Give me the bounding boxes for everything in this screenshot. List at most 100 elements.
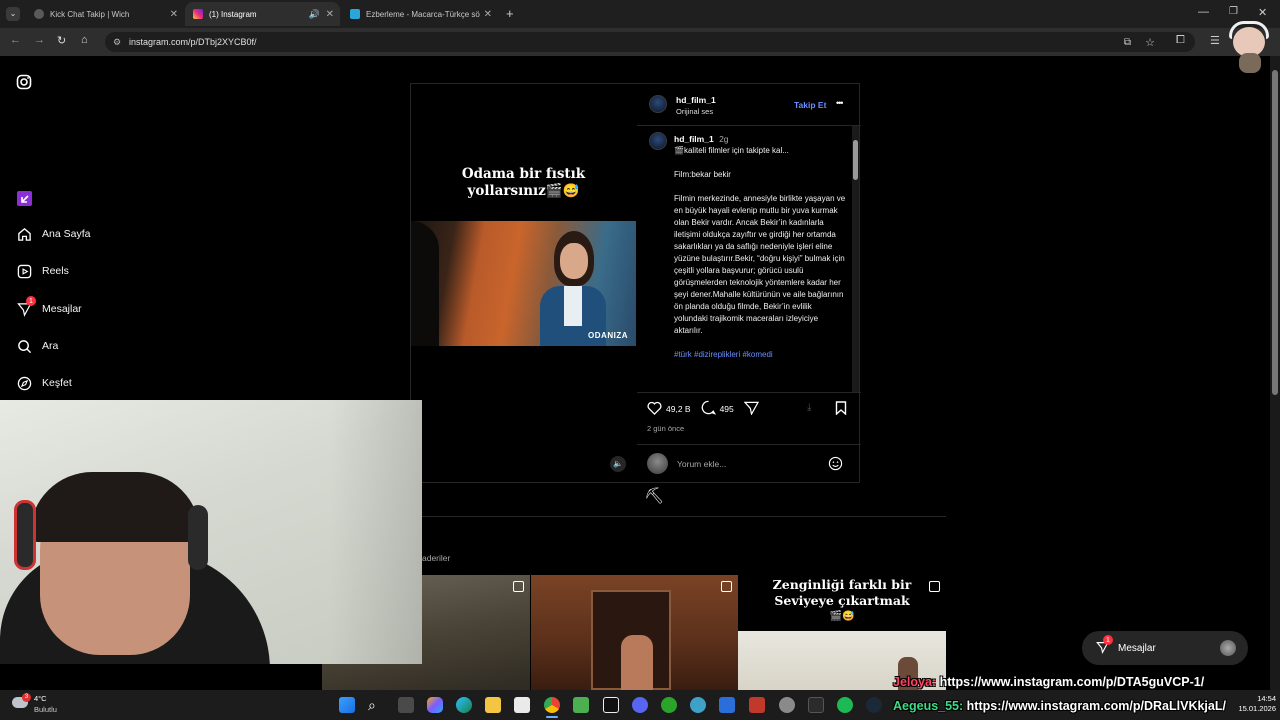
task-view-icon[interactable] <box>398 697 414 713</box>
grid-post-2[interactable] <box>531 575 738 690</box>
comment-icon[interactable] <box>701 400 716 417</box>
restore-button[interactable]: ❐ <box>1229 6 1238 17</box>
compass-icon <box>16 375 32 391</box>
hammer-cursor-icon: ⛏ <box>644 488 665 505</box>
store-icon[interactable] <box>514 697 530 713</box>
video-frame: ODANIZA <box>411 221 636 346</box>
page-scrollbar[interactable] <box>1270 56 1280 690</box>
unread-badge: 1 <box>26 296 36 306</box>
address-bar[interactable]: ⚙ instagram.com/p/DTbj2XYCB0f/ ⧉ ☆ <box>105 32 1195 52</box>
spotify-icon[interactable] <box>837 697 853 713</box>
comment-count[interactable]: 495 <box>720 404 734 414</box>
reel-video[interactable]: Odama bir fıstık yollarsınız🎬😅 ODANIZA 🔈 <box>411 84 636 482</box>
actions-divider <box>637 392 861 393</box>
tab-ezberleme[interactable]: Ezberleme - Macarca-Türkçe sö ✕ <box>342 2 498 26</box>
app-mh-icon[interactable] <box>719 697 735 713</box>
scrollbar-thumb[interactable] <box>853 140 858 180</box>
app-gray-icon[interactable] <box>779 697 795 713</box>
weather-desc: Bulutlu <box>34 705 57 714</box>
capcut-icon[interactable] <box>603 697 619 713</box>
audio-label[interactable]: Orijinal ses <box>676 107 713 116</box>
messages-label: Mesajlar <box>1118 642 1156 654</box>
grid-caption-line: Zenginliği farklı bir <box>772 577 912 592</box>
save-bookmark-icon[interactable] <box>835 401 847 415</box>
app-globe-icon[interactable] <box>690 697 706 713</box>
minecraft-icon[interactable] <box>573 697 589 713</box>
edge-icon[interactable] <box>456 697 472 713</box>
author-avatar[interactable] <box>649 95 667 113</box>
kick-extension-icon[interactable] <box>17 191 32 206</box>
caption-hashtags[interactable]: #türk #dizireplikleri #komedi <box>674 349 846 361</box>
sidebar-item-label: Reels <box>42 265 69 277</box>
sidebar-item-search[interactable]: Ara <box>16 338 58 354</box>
follow-button[interactable]: Takip Et <box>794 100 826 110</box>
chat-username: Aegeus_55: <box>893 699 964 713</box>
grid-post-3[interactable]: Zenginliği farklı bir Seviyeye çıkartmak… <box>738 575 946 690</box>
close-tab-icon[interactable]: ✕ <box>484 9 492 20</box>
terminal-icon[interactable] <box>808 697 824 713</box>
search-icon <box>16 338 32 354</box>
more-posts-label[interactable]: aderiler <box>422 553 450 563</box>
home-button-icon[interactable]: ⌂ <box>81 34 88 46</box>
chrome-icon[interactable] <box>544 697 560 713</box>
caption-author-avatar[interactable] <box>649 132 667 150</box>
sidebar-item-home[interactable]: Ana Sayfa <box>16 226 90 242</box>
new-tab-button[interactable]: + <box>506 6 514 21</box>
forward-icon[interactable]: → <box>34 34 45 46</box>
speaker-icon[interactable]: 🔊 <box>309 9 320 20</box>
globe-icon <box>34 9 44 19</box>
close-tab-icon[interactable]: ✕ <box>170 9 178 20</box>
page-scrollbar-thumb[interactable] <box>1272 70 1278 395</box>
close-window-button[interactable]: ✕ <box>1258 6 1267 19</box>
file-explorer-icon[interactable] <box>485 697 501 713</box>
caption-scrollbar[interactable] <box>852 126 859 392</box>
weather-widget[interactable]: 3 4°C Bulutlu <box>10 693 70 717</box>
emoji-icon[interactable] <box>828 456 843 471</box>
grid-caption-line: 🎬😅 <box>829 611 855 622</box>
tab-title: (1) Instagram <box>209 9 257 19</box>
caption-username[interactable]: hd_film_1 <box>674 134 714 144</box>
close-tab-icon[interactable]: ✕ <box>326 9 334 20</box>
more-options-icon[interactable]: ••• <box>836 98 844 108</box>
back-icon[interactable]: ← <box>10 34 21 46</box>
tab-instagram[interactable]: (1) Instagram 🔊 ✕ <box>185 2 340 26</box>
extensions-icon[interactable]: ⧠ <box>1176 34 1185 47</box>
sidebar-item-messages[interactable]: 1 Mesajlar <box>16 296 82 317</box>
steam-icon[interactable] <box>866 697 882 713</box>
taskbar-search-icon[interactable]: ⌕ <box>368 697 384 713</box>
author-username[interactable]: hd_film_1 <box>676 95 716 105</box>
post-timestamp[interactable]: 2 gün önce <box>647 424 684 433</box>
like-icon[interactable] <box>647 401 662 417</box>
reload-icon[interactable]: ↻ <box>57 34 66 47</box>
app-red-icon[interactable] <box>749 697 765 713</box>
messages-floating-button[interactable]: 1 Mesajlar <box>1082 631 1248 665</box>
discord-icon[interactable] <box>632 697 648 713</box>
tab-search-button[interactable]: ⌄ <box>6 7 20 21</box>
taskbar-clock[interactable]: 14:54 15.01.2026 <box>1232 694 1276 714</box>
streamer-avatar-overlay <box>1227 19 1271 75</box>
comment-input[interactable]: Yorum ekle... <box>677 459 726 469</box>
copilot-icon[interactable] <box>427 697 443 713</box>
caption-first-line: 🎬kaliteli filmler için takipte kal... <box>674 146 789 155</box>
site-info-icon[interactable]: ⚙ <box>113 37 121 48</box>
like-count[interactable]: 49,2 B <box>666 404 691 414</box>
xbox-icon[interactable] <box>661 697 677 713</box>
download-icon[interactable]: ⤓ <box>807 402 811 413</box>
install-app-icon[interactable]: ⧉ <box>1124 37 1131 48</box>
actress-figure <box>536 231 606 346</box>
sidebar-item-reels[interactable]: Reels <box>16 263 69 279</box>
chat-username: Jeloya: <box>893 675 937 689</box>
share-icon[interactable] <box>743 401 759 417</box>
browser-menu-icon[interactable]: ☰ <box>1210 34 1220 47</box>
current-user-avatar <box>647 453 668 474</box>
tab-kick-chat[interactable]: Kick Chat Takip | Wich ✕ <box>26 2 184 26</box>
chat-message: https://www.instagram.com/p/DTA5guVCP-1/ <box>939 675 1205 689</box>
sidebar-item-explore[interactable]: Keşfet <box>16 375 72 391</box>
instagram-logo-icon[interactable] <box>16 74 32 90</box>
streamer-figure <box>0 472 270 664</box>
volume-button[interactable]: 🔈 <box>610 456 626 472</box>
caption-age: 2g <box>719 134 729 144</box>
bookmark-star-icon[interactable]: ☆ <box>1145 36 1155 49</box>
windows-start-icon[interactable] <box>339 697 355 713</box>
minimize-button[interactable]: — <box>1198 6 1209 18</box>
